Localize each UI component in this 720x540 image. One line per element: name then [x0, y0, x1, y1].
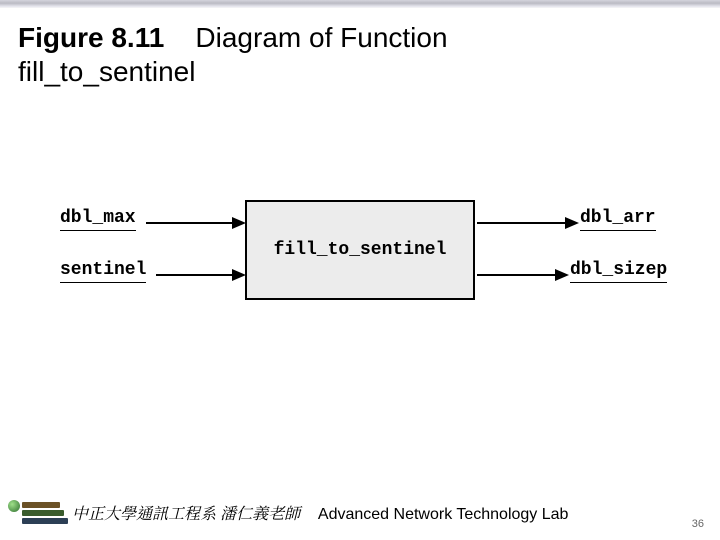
footer: 中正大學通訊工程系 潘仁義老師 Advanced Network Technol…: [0, 498, 720, 528]
figure-number: Figure 8.11: [18, 22, 164, 53]
footer-text: 中正大學通訊工程系 潘仁義老師 Advanced Network Technol…: [72, 501, 568, 524]
output-label-1: dbl_arr: [580, 208, 656, 231]
function-box: fill_to_sentinel: [245, 200, 475, 300]
footer-lab-en: Advanced Network Technology Lab: [318, 506, 569, 523]
lab-logo-icon: [8, 500, 66, 528]
output-arrow-1-line: [477, 222, 565, 224]
slide-title: Figure 8.11 Diagram of Function fill_to_…: [18, 22, 702, 88]
input-label-2: sentinel: [60, 260, 146, 283]
top-rule: [0, 0, 720, 8]
output-arrow-2-head: [555, 269, 569, 281]
footer-org-cn: 中正大學通訊工程系 潘仁義老師: [72, 501, 300, 524]
output-arrow-2-line: [477, 274, 555, 276]
figure-subtitle: fill_to_sentinel: [18, 56, 702, 88]
input-arrow-2-line: [156, 274, 232, 276]
output-arrow-1-head: [565, 217, 579, 229]
input-label-1: dbl_max: [60, 208, 136, 231]
input-arrow-1-line: [146, 222, 232, 224]
figure-caption: Diagram of Function: [195, 22, 447, 53]
function-name: fill_to_sentinel: [274, 240, 447, 260]
page-number: 36: [692, 518, 704, 530]
output-label-2: dbl_sizep: [570, 260, 667, 283]
function-diagram: fill_to_sentinel dbl_max sentinel dbl_ar…: [60, 180, 660, 340]
input-arrow-2-head: [232, 269, 246, 281]
input-arrow-1-head: [232, 217, 246, 229]
